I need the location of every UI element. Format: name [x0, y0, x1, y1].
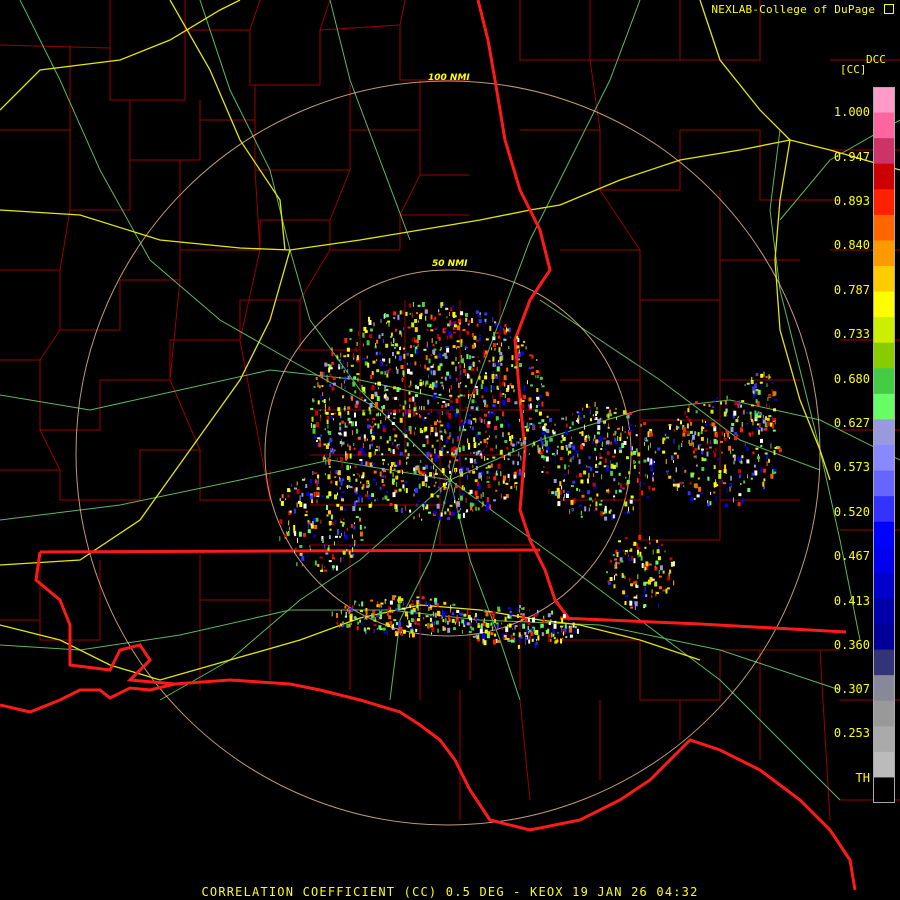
color-scale-labels: 1.000 0.947 0.893 0.840 0.787 0.733 0.68…	[812, 0, 870, 900]
scale-label: 0.627	[833, 416, 870, 430]
scale-swatch	[873, 445, 895, 472]
scale-swatch	[873, 700, 895, 727]
scale-swatch	[873, 675, 895, 702]
scale-swatch	[873, 240, 895, 267]
scale-label: 0.680	[833, 372, 870, 386]
scale-swatch	[873, 393, 895, 420]
scale-label: 0.253	[833, 726, 870, 740]
color-scale-bar	[873, 87, 895, 803]
scale-swatch	[873, 572, 895, 599]
scale-swatch	[873, 189, 895, 216]
scale-label: 0.787	[833, 283, 870, 297]
scale-swatch	[873, 547, 895, 574]
scale-swatch	[873, 496, 895, 523]
external-link-icon	[884, 4, 894, 14]
product-caption: CORRELATION COEFFICIENT (CC) 0.5 DEG - K…	[201, 885, 699, 899]
scale-swatch	[873, 777, 895, 803]
scale-swatch	[873, 163, 895, 190]
scale-label: 0.520	[833, 505, 870, 519]
scale-swatch	[873, 214, 895, 241]
scale-label: 0.893	[833, 194, 870, 208]
scale-label: 0.573	[833, 460, 870, 474]
scale-swatch	[873, 138, 895, 165]
scale-swatch	[873, 470, 895, 497]
scale-label: TH	[855, 771, 870, 785]
scale-label: 0.947	[833, 150, 870, 164]
scale-label: 0.413	[833, 594, 870, 608]
scale-swatch	[873, 624, 895, 651]
scale-label: 0.360	[833, 638, 870, 652]
range-ring-label-outer: 100 NMI	[428, 73, 470, 83]
scale-swatch	[873, 87, 895, 114]
scale-swatch	[873, 649, 895, 676]
scale-label: 0.840	[833, 238, 870, 252]
scale-swatch	[873, 317, 895, 344]
scale-swatch	[873, 521, 895, 548]
scale-swatch	[873, 342, 895, 369]
scale-label: 1.000	[833, 105, 870, 119]
scale-label: 0.307	[833, 682, 870, 696]
scale-swatch	[873, 419, 895, 446]
scale-swatch	[873, 291, 895, 318]
scale-swatch	[873, 368, 895, 395]
scale-label: 0.733	[833, 327, 870, 341]
range-ring-label-inner: 50 NMI	[432, 259, 468, 269]
scale-swatch	[873, 266, 895, 293]
scale-swatch	[873, 598, 895, 625]
scale-swatch	[873, 112, 895, 139]
scale-label: 0.467	[833, 549, 870, 563]
scale-swatch	[873, 751, 895, 778]
radar-map	[0, 0, 900, 900]
scale-swatch	[873, 726, 895, 753]
